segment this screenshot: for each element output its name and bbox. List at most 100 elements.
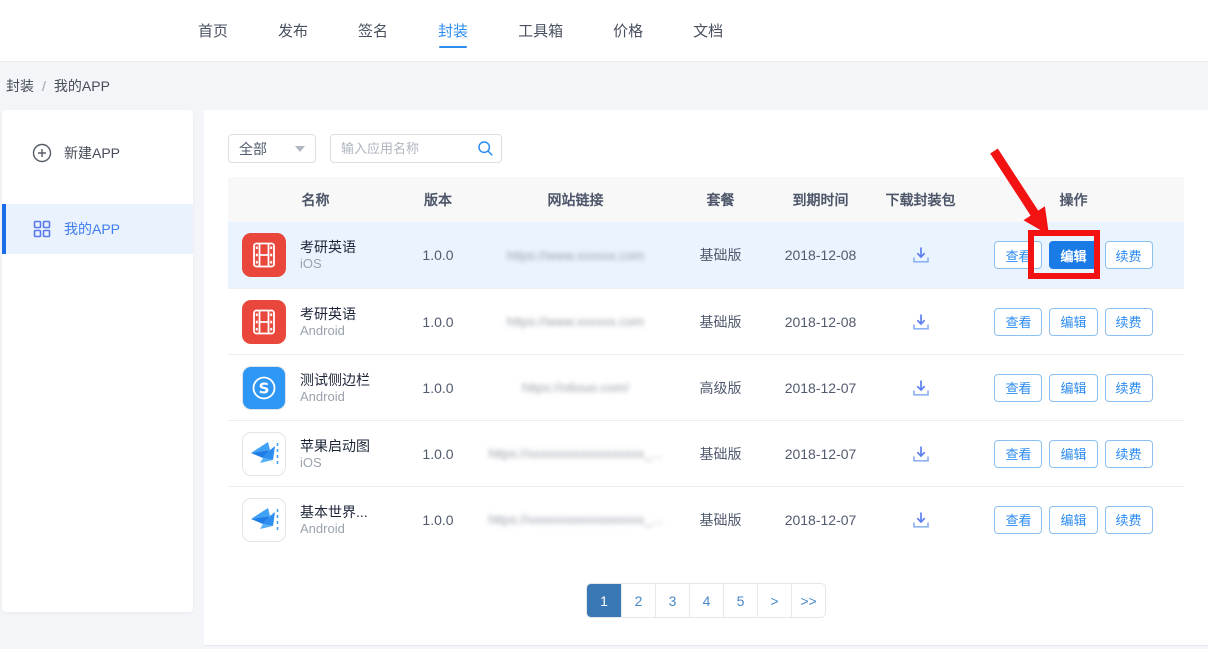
app-name: 考研英语 — [300, 305, 356, 323]
table-body: 考研英语 iOS 1.0.0 https://www.xxxxxx.com 基础… — [228, 222, 1184, 552]
nav-item-package[interactable]: 封装 — [438, 0, 468, 61]
edit-button[interactable]: 编辑 — [1049, 374, 1097, 402]
app-name: 苹果启动图 — [300, 437, 370, 455]
renew-button[interactable]: 续费 — [1105, 241, 1153, 269]
edit-button[interactable]: 编辑 — [1049, 440, 1097, 468]
app-plan: 基础版 — [678, 245, 763, 265]
film-app-icon — [242, 233, 286, 277]
nav-item-price[interactable]: 价格 — [613, 0, 643, 61]
sidebar-item-label: 我的APP — [64, 219, 120, 239]
app-expiry: 2018-12-07 — [763, 446, 878, 462]
download-icon[interactable] — [910, 377, 932, 399]
page-button-2[interactable]: 2 — [621, 584, 655, 617]
app-version: 1.0.0 — [403, 512, 473, 528]
paper-bird-app-icon — [242, 432, 286, 476]
nav-item-sign[interactable]: 签名 — [358, 0, 388, 61]
breadcrumb: 封装 / 我的APP — [6, 62, 110, 110]
last-page-button[interactable]: >> — [791, 584, 825, 617]
app-url-blurred: https://xxxxxxxxxxxxxxxxxx_... — [488, 512, 662, 527]
app-expiry: 2018-12-08 — [763, 314, 878, 330]
app-table: 名称 版本 网站链接 套餐 到期时间 下载封装包 操作 考研英语 — [228, 177, 1184, 552]
edit-button[interactable]: 编辑 — [1049, 506, 1097, 534]
app-platform: Android — [300, 389, 370, 405]
col-website: 网站链接 — [473, 190, 678, 210]
paper-bird-app-icon — [242, 498, 286, 542]
main-panel: 全部 名称 版本 网站链接 套餐 到期时间 下载封装包 操作 — [204, 110, 1208, 646]
download-icon[interactable] — [910, 244, 932, 266]
col-name: 名称 — [228, 190, 403, 210]
plus-circle-icon — [32, 143, 52, 163]
app-name: 考研英语 — [300, 238, 356, 256]
table-row: 基本世界... Android 1.0.0 https://xxxxxxxxxx… — [228, 486, 1184, 552]
view-button[interactable]: 查看 — [994, 241, 1042, 269]
view-button[interactable]: 查看 — [994, 506, 1042, 534]
col-download: 下载封装包 — [878, 190, 963, 210]
col-version: 版本 — [403, 190, 473, 210]
app-platform: Android — [300, 323, 356, 339]
sidebar-item-label: 新建APP — [64, 143, 120, 163]
app-url-blurred: https://www.xxxxxx.com — [507, 248, 644, 263]
svg-text:S: S — [259, 379, 270, 397]
table-row: 考研英语 iOS 1.0.0 https://www.xxxxxx.com 基础… — [228, 222, 1184, 288]
grid-icon — [32, 219, 52, 239]
edit-button[interactable]: 编辑 — [1049, 241, 1097, 269]
app-platform: Android — [300, 521, 368, 537]
app-plan: 基础版 — [678, 510, 763, 530]
category-select[interactable]: 全部 — [228, 134, 316, 163]
app-plan: 高级版 — [678, 378, 763, 398]
sidebar-item-my-app[interactable]: 我的APP — [2, 204, 193, 254]
sidebar-item-new-app[interactable]: 新建APP — [2, 128, 193, 178]
download-icon[interactable] — [910, 311, 932, 333]
renew-button[interactable]: 续费 — [1105, 440, 1153, 468]
view-button[interactable]: 查看 — [994, 308, 1042, 336]
search-box — [330, 134, 502, 163]
table-row: 考研英语 Android 1.0.0 https://www.xxxxxx.co… — [228, 288, 1184, 354]
download-icon[interactable] — [910, 509, 932, 531]
col-expiry: 到期时间 — [763, 190, 878, 210]
app-platform: iOS — [300, 455, 370, 471]
breadcrumb-root[interactable]: 封装 — [6, 76, 34, 96]
nav-item-home[interactable]: 首页 — [198, 0, 228, 61]
app-version: 1.0.0 — [403, 247, 473, 263]
download-icon[interactable] — [910, 443, 932, 465]
app-name: 基本世界... — [300, 503, 368, 521]
pagination: 1 2 3 4 5 > >> — [204, 584, 1208, 617]
renew-button[interactable]: 续费 — [1105, 506, 1153, 534]
category-select-value: 全部 — [239, 139, 267, 159]
breadcrumb-current: 我的APP — [54, 76, 110, 96]
next-page-button[interactable]: > — [757, 584, 791, 617]
col-plan: 套餐 — [678, 190, 763, 210]
nav-item-docs[interactable]: 文档 — [693, 0, 723, 61]
table-row: 苹果启动图 iOS 1.0.0 https://xxxxxxxxxxxxxxxx… — [228, 420, 1184, 486]
app-url-blurred: https://o6ouo.com/ — [522, 380, 629, 395]
page-button-3[interactable]: 3 — [655, 584, 689, 617]
renew-button[interactable]: 续费 — [1105, 308, 1153, 336]
filter-bar: 全部 — [204, 110, 1208, 163]
app-platform: iOS — [300, 256, 356, 272]
app-expiry: 2018-12-07 — [763, 512, 878, 528]
edit-button[interactable]: 编辑 — [1049, 308, 1097, 336]
search-icon[interactable] — [477, 140, 494, 160]
page-button-1[interactable]: 1 — [587, 584, 621, 617]
breadcrumb-separator: / — [42, 78, 46, 94]
app-expiry: 2018-12-08 — [763, 247, 878, 263]
app-version: 1.0.0 — [403, 446, 473, 462]
table-row: S 测试侧边栏 Android 1.0.0 https://o6ouo.com/… — [228, 354, 1184, 420]
nav-item-toolbox[interactable]: 工具箱 — [518, 0, 563, 61]
view-button[interactable]: 查看 — [994, 440, 1042, 468]
app-version: 1.0.0 — [403, 380, 473, 396]
page-button-4[interactable]: 4 — [689, 584, 723, 617]
film-app-icon — [242, 300, 286, 344]
table-header: 名称 版本 网站链接 套餐 到期时间 下载封装包 操作 — [228, 177, 1184, 222]
renew-button[interactable]: 续费 — [1105, 374, 1153, 402]
app-expiry: 2018-12-07 — [763, 380, 878, 396]
app-version: 1.0.0 — [403, 314, 473, 330]
app-plan: 基础版 — [678, 312, 763, 332]
col-actions: 操作 — [963, 190, 1184, 210]
page-button-5[interactable]: 5 — [723, 584, 757, 617]
app-plan: 基础版 — [678, 444, 763, 464]
app-url-blurred: https://www.xxxxxx.com — [507, 314, 644, 329]
view-button[interactable]: 查看 — [994, 374, 1042, 402]
nav-item-publish[interactable]: 发布 — [278, 0, 308, 61]
page: 首页 发布 签名 封装 工具箱 价格 文档 封装 / 我的APP 新建APP 我… — [0, 0, 1208, 649]
